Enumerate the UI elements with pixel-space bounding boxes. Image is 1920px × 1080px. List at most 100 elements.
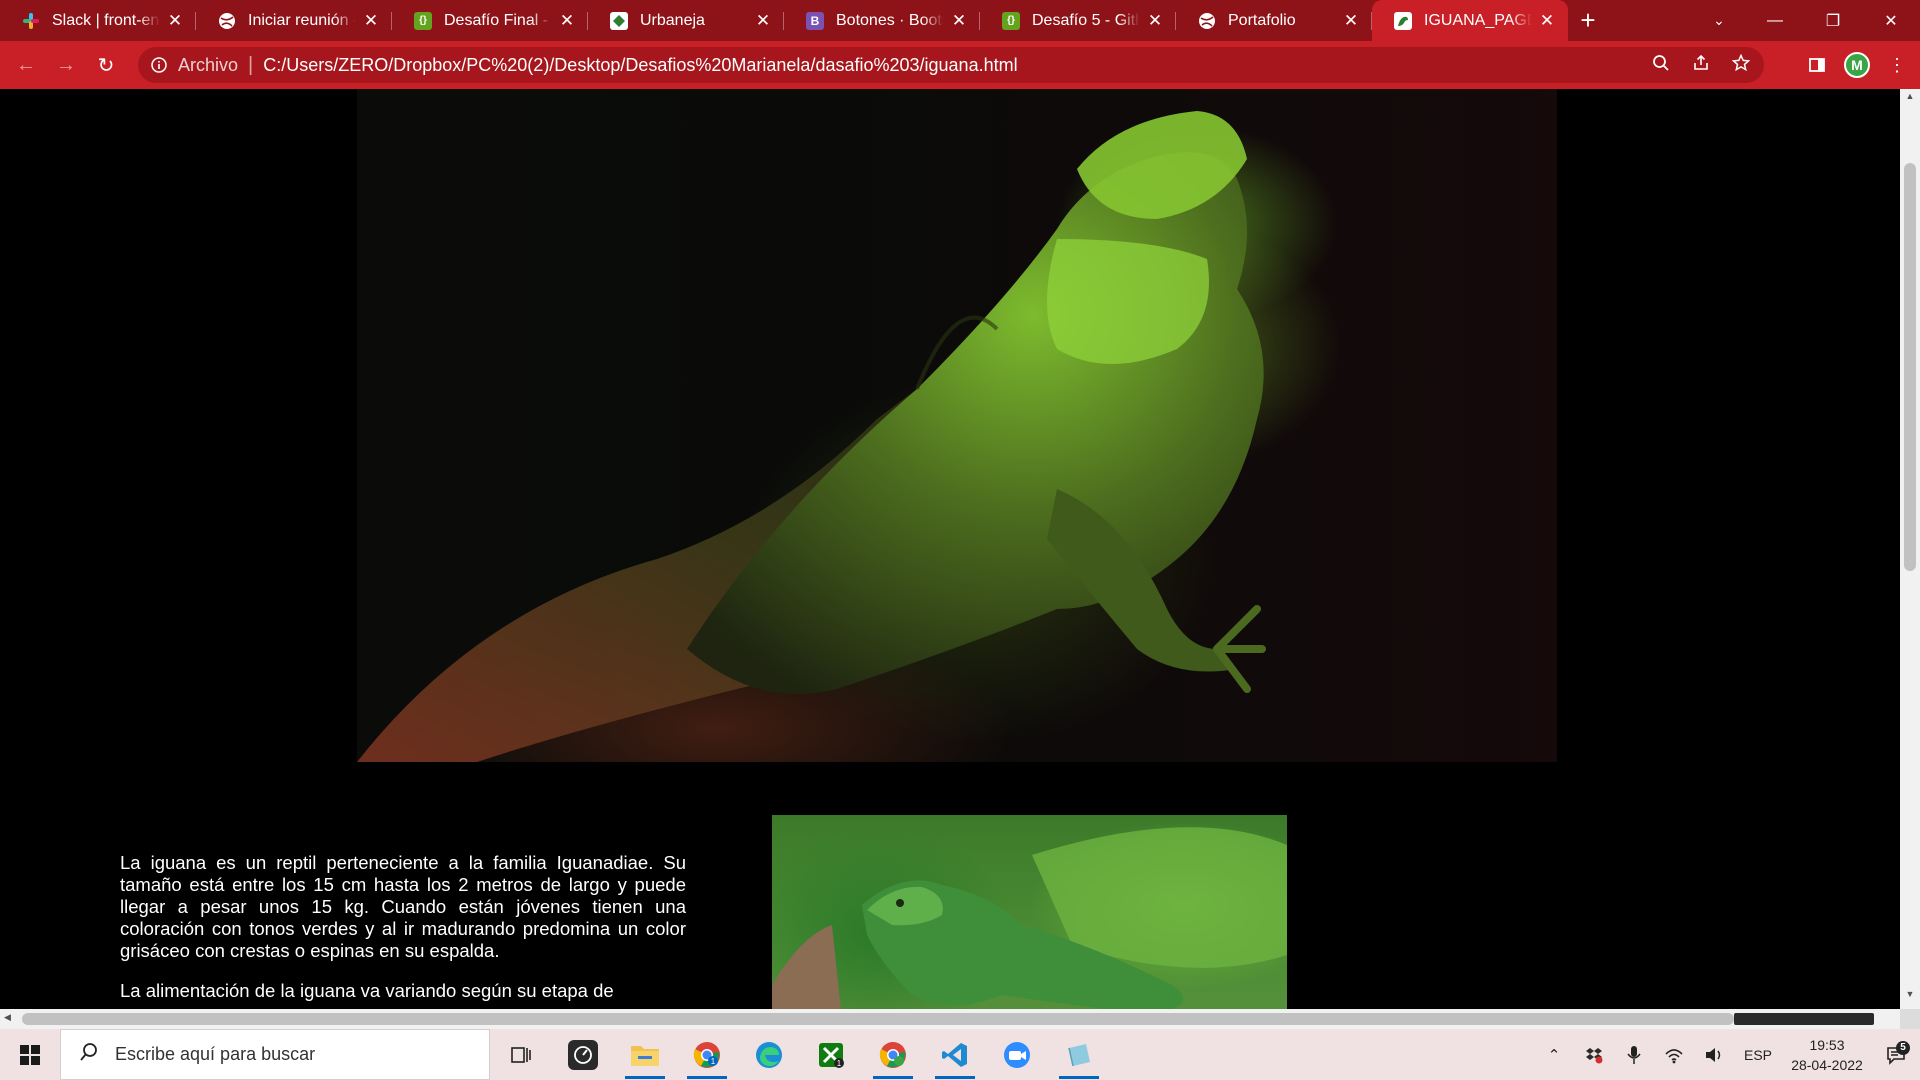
bookmark-star-icon[interactable] <box>1731 53 1751 77</box>
tab-title: Desafío Final - De <box>444 11 552 29</box>
close-icon[interactable]: ✕ <box>1146 11 1164 31</box>
share-icon[interactable] <box>1692 54 1710 77</box>
bootstrap-icon: B <box>806 11 824 30</box>
tab-bootstrap[interactable]: B Botones · Bootstr ✕ <box>784 0 980 41</box>
new-tab-button[interactable]: + <box>1568 0 1608 41</box>
horizontal-scroll-thumb[interactable] <box>22 1013 1734 1025</box>
tab-portafolio[interactable]: Portafolio ✕ <box>1176 0 1372 41</box>
speed-app-icon[interactable] <box>552 1029 614 1080</box>
paragraph-description: La iguana es un reptil perteneciente a l… <box>120 852 686 961</box>
info-icon[interactable] <box>148 54 170 76</box>
task-view-icon[interactable] <box>490 1029 552 1080</box>
separator: | <box>248 53 254 76</box>
minimize-button[interactable]: — <box>1746 0 1804 41</box>
dropbox-sync-icon[interactable] <box>1574 1046 1614 1064</box>
language-indicator[interactable]: ESP <box>1734 1047 1782 1063</box>
forward-button[interactable]: → <box>46 45 86 85</box>
scheme-label: Archivo <box>178 54 239 75</box>
chrome-badge: 1 <box>711 1057 716 1066</box>
tab-title: Slack | front-end- <box>52 11 160 29</box>
toolbar-right: M ⋮ <box>1804 45 1910 85</box>
close-icon[interactable]: ✕ <box>558 11 576 31</box>
globe-icon <box>218 12 236 30</box>
tab-title: Portafolio <box>1228 11 1296 29</box>
edge-icon[interactable] <box>738 1029 800 1080</box>
intro-text-column: La iguana es un reptil perteneciente a l… <box>120 852 686 1009</box>
iguana-photo <box>772 815 1287 1009</box>
tab-strip: Slack | front-end- ✕ Iniciar reunión - Z… <box>0 0 1920 41</box>
tab-zoom[interactable]: Iniciar reunión - Z ✕ <box>196 0 392 41</box>
system-tray: ⌃ ESP 19:53 28-04-2022 5 <box>1534 1029 1920 1080</box>
tab-slack[interactable]: Slack | front-end- ✕ <box>0 0 196 41</box>
zoom-icon[interactable] <box>986 1029 1048 1080</box>
site-icon <box>610 11 628 30</box>
tab-title: IGUANA_PAGE <box>1424 11 1532 29</box>
codepad-icon: {} <box>1002 11 1020 30</box>
search-icon <box>79 1042 99 1068</box>
close-window-button[interactable]: ✕ <box>1862 0 1920 41</box>
close-icon[interactable]: ✕ <box>1538 11 1556 31</box>
xbox-badge: 1 <box>837 1059 842 1068</box>
iguana-illustration <box>357 111 1266 762</box>
reload-button[interactable]: ↻ <box>86 45 126 85</box>
scrollbar-corner <box>1900 1009 1920 1029</box>
tab-title: Botones · Bootstr <box>836 11 944 29</box>
tab-urbaneja[interactable]: Urbaneja ✕ <box>588 0 784 41</box>
close-icon[interactable]: ✕ <box>362 11 380 31</box>
windows-logo-icon <box>20 1044 40 1065</box>
microphone-icon[interactable] <box>1614 1045 1654 1065</box>
paragraph-diet: La alimentación de la iguana va variando… <box>120 980 614 1001</box>
chrome-icon[interactable]: 1 <box>676 1029 738 1080</box>
start-button[interactable] <box>0 1029 60 1080</box>
omnibox-actions <box>1652 47 1751 83</box>
close-icon[interactable]: ✕ <box>1342 11 1360 31</box>
xbox-icon[interactable]: 1 <box>800 1029 862 1080</box>
window-controls: — ❐ ✕ <box>1746 0 1920 41</box>
browser-toolbar: ← → ↻ Archivo | C:/Users/ZERO/Dropbox/PC… <box>0 41 1920 89</box>
volume-icon[interactable] <box>1694 1046 1734 1064</box>
horizontal-scrollbar[interactable]: ◀ <box>0 1009 1900 1029</box>
tab-desafio-final[interactable]: {} Desafío Final - De ✕ <box>392 0 588 41</box>
clock[interactable]: 19:53 28-04-2022 <box>1782 1035 1872 1075</box>
tab-search-chevron-icon[interactable]: ⌄ <box>1704 0 1734 41</box>
clock-date: 28-04-2022 <box>1791 1056 1863 1073</box>
file-explorer-icon[interactable] <box>614 1029 676 1080</box>
address-bar[interactable]: Archivo | C:/Users/ZERO/Dropbox/PC%20(2)… <box>138 47 1764 83</box>
notification-center-icon[interactable]: 5 <box>1872 1040 1920 1065</box>
close-icon[interactable]: ✕ <box>950 11 968 31</box>
notes-app-icon[interactable] <box>1048 1029 1110 1080</box>
close-icon[interactable]: ✕ <box>166 11 184 31</box>
page-viewport: La iguana es un reptil perteneciente a l… <box>0 89 1900 1009</box>
search-placeholder: Escribe aquí para buscar <box>115 1044 316 1064</box>
iguana-icon <box>1394 11 1412 30</box>
horizontal-scroll-segment <box>1734 1013 1874 1025</box>
back-button[interactable]: ← <box>6 45 46 85</box>
scroll-left-arrow-icon[interactable]: ◀ <box>4 1012 11 1023</box>
url-text[interactable]: C:/Users/ZERO/Dropbox/PC%20(2)/Desktop/D… <box>263 55 1017 76</box>
vscode-icon[interactable] <box>924 1029 986 1080</box>
side-panel-icon[interactable] <box>1804 52 1830 78</box>
tab-title: Desafío 5 - Githul <box>1032 11 1140 29</box>
more-menu-icon[interactable]: ⋮ <box>1884 52 1910 78</box>
close-icon[interactable]: ✕ <box>754 11 772 31</box>
show-hidden-icons-chevron-icon[interactable]: ⌃ <box>1534 1046 1574 1064</box>
tab-desafio-5[interactable]: {} Desafío 5 - Githul ✕ <box>980 0 1176 41</box>
vertical-scroll-thumb[interactable] <box>1904 163 1916 571</box>
scroll-down-arrow-icon[interactable]: ▼ <box>1900 989 1920 1007</box>
iguana-photo-illustration <box>772 827 1287 1009</box>
wifi-icon[interactable] <box>1654 1046 1694 1064</box>
taskbar-search-box[interactable]: Escribe aquí para buscar <box>60 1029 490 1080</box>
tab-iguana-page[interactable]: IGUANA_PAGE ✕ <box>1372 0 1568 41</box>
profile-avatar[interactable]: M <box>1844 52 1870 78</box>
codepad-icon: {} <box>414 11 432 30</box>
clock-time: 19:53 <box>1809 1036 1845 1053</box>
zoom-icon[interactable] <box>1652 54 1670 77</box>
globe-icon <box>1198 12 1216 30</box>
windows-taskbar: Escribe aquí para buscar 1 1 ⌃ ESP 19:53… <box>0 1029 1920 1080</box>
chrome-profile-icon[interactable] <box>862 1029 924 1080</box>
vertical-scrollbar[interactable]: ▲ ▼ <box>1900 89 1920 1009</box>
restore-button[interactable]: ❐ <box>1804 0 1862 41</box>
scroll-up-arrow-icon[interactable]: ▲ <box>1900 91 1920 109</box>
hero-iguana-image <box>357 89 1557 762</box>
notification-count: 5 <box>1896 1040 1910 1055</box>
